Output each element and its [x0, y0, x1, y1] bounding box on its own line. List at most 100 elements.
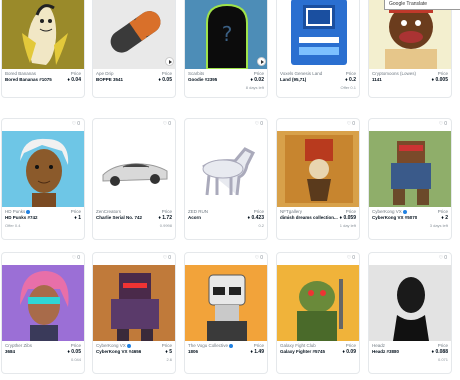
nft-card[interactable]: ♡ 0 CyberKong VX Price CyberKong VX #5070 ♦… — [368, 118, 452, 240]
heart-icon: ♡ — [438, 255, 444, 261]
nft-card[interactable]: ♡ 0 Crypther Zibs Price 3684 ♦ 0.05 0.044 — [1, 252, 85, 374]
heart-icon: ♡ — [162, 255, 168, 261]
nft-card[interactable]: ? Scarbits Price Goodie #2395 ♦ 0.02 8 day… — [184, 0, 268, 98]
last-sale: 0.9998 — [159, 223, 172, 228]
nft-name[interactable]: CyberKong VX #5070 — [372, 215, 417, 221]
nft-name[interactable]: Bored Bananas #1075 — [5, 77, 52, 83]
nft-price: 0.05 — [71, 349, 81, 355]
nft-card[interactable]: ♡ 0 Headz Price Headz #3880 ♦ 0.088 0.071 — [368, 252, 452, 374]
nft-name[interactable]: BOPPE 3541 — [96, 77, 123, 83]
nft-card[interactable]: ♡ 0 HD Punks Price HD Punks #742 ♦ 1 Offer … — [1, 118, 85, 240]
favorite-button[interactable]: ♡ 0 — [72, 121, 80, 127]
nft-name[interactable]: Galaxy Fighter #5745 — [280, 349, 325, 355]
nft-image-cyber-girl[interactable] — [2, 265, 84, 341]
eth-icon: ♦ — [250, 349, 253, 355]
nft-image-painting[interactable] — [277, 131, 359, 207]
favorite-button[interactable]: ♡ 0 — [347, 121, 355, 127]
favorite-count: 0 — [352, 255, 355, 261]
eth-icon: ♦ — [158, 77, 161, 83]
nft-card[interactable]: Ape Drip Price BOPPE 3541 ♦ 0.05 — [92, 0, 176, 98]
eth-icon: ♦ — [441, 215, 444, 221]
last-sale: 0.044 — [70, 357, 81, 362]
favorite-button[interactable]: ♡ 0 — [163, 255, 171, 261]
nft-image-car[interactable] — [93, 131, 175, 207]
verified-icon — [229, 343, 234, 348]
nft-name[interactable]: Charlie Serial No. 742 — [96, 215, 142, 221]
time-left: 8 days left — [245, 85, 264, 90]
nft-card[interactable]: Bored Bananas Price Bored Bananas #1075 ♦ … — [1, 0, 85, 98]
nft-card[interactable]: ♡ 0 ZED RUN Price Acorn ♦ 0.423 0.2 — [184, 118, 268, 240]
verified-icon — [402, 209, 407, 214]
nft-image-banana[interactable] — [2, 0, 84, 69]
nft-image-horse[interactable] — [185, 131, 267, 207]
heart-icon: ♡ — [438, 121, 444, 127]
favorite-button[interactable]: ♡ 0 — [439, 255, 447, 261]
nft-name[interactable]: dimish dreams collection... — [280, 215, 338, 221]
eth-icon: ♦ — [67, 77, 70, 83]
nft-price: 0.005 — [435, 77, 448, 83]
nft-card[interactable]: ♡ 0 The Vogu Collective Price 1806 ♦ 1.49 — [184, 252, 268, 374]
time-left: 3 days left — [429, 223, 448, 228]
nft-card[interactable]: ♡ 0 ZenCreators Price Charlie Serial No. 7… — [92, 118, 176, 240]
nft-name[interactable]: Acorn — [188, 215, 201, 221]
nft-card[interactable]: ♡ 0 Galaxy Fight Club Price Galaxy Fighter… — [276, 252, 360, 374]
nft-price: 1.72 — [162, 215, 172, 221]
time-left: 1 day left — [339, 223, 356, 228]
nft-price: 1 — [78, 215, 81, 221]
eth-icon: ♦ — [250, 77, 253, 83]
play-button[interactable] — [165, 57, 174, 66]
nft-name[interactable]: 1141 — [372, 77, 382, 83]
nft-price: 2 — [445, 215, 448, 221]
nft-card[interactable]: ♡ 0 CyberKong VX Price CyberKong VX #4656 ♦… — [92, 252, 176, 374]
last-sale: 2.6 — [166, 357, 172, 362]
favorite-count: 0 — [444, 255, 447, 261]
nft-price: 5 — [169, 349, 172, 355]
favorite-count: 0 — [77, 255, 80, 261]
favorite-button[interactable]: ♡ 0 — [255, 121, 263, 127]
last-sale: 0.071 — [437, 357, 448, 362]
nft-price: 0.423 — [251, 215, 264, 221]
nft-card[interactable]: Voxels Genesis Land Price Land (95,71) ♦ 0… — [276, 0, 360, 98]
favorite-button[interactable]: ♡ 0 — [439, 121, 447, 127]
nft-image-head[interactable] — [369, 265, 451, 341]
eth-icon: ♦ — [67, 349, 70, 355]
eth-icon: ♦ — [74, 215, 77, 221]
nft-image-pill[interactable] — [93, 0, 175, 69]
nft-name[interactable]: Headz #3880 — [372, 349, 399, 355]
eth-icon: ♦ — [158, 215, 161, 221]
nft-name[interactable]: Goodie #2395 — [188, 77, 217, 83]
favorite-button[interactable]: ♡ 0 — [255, 255, 263, 261]
offer-text: Offer 0.1 — [340, 85, 357, 90]
nft-image-hd-punk[interactable] — [2, 131, 84, 207]
nft-name[interactable]: Land (95,71) — [280, 77, 306, 83]
nft-price: 0.05 — [162, 77, 172, 83]
nft-name[interactable]: 3684 — [5, 349, 15, 355]
verified-icon — [26, 209, 31, 214]
eth-icon: ♦ — [345, 77, 348, 83]
nft-image-cyberkong[interactable] — [369, 131, 451, 207]
nft-image-land[interactable] — [277, 0, 359, 69]
favorite-button[interactable]: ♡ 0 — [163, 121, 171, 127]
heart-icon: ♡ — [254, 121, 260, 127]
nft-image-moon-character[interactable] — [369, 0, 451, 69]
nft-name[interactable]: HD Punks #742 — [5, 215, 38, 221]
nft-price: 0.09 — [346, 349, 356, 355]
nft-name[interactable]: CyberKong VX #4656 — [96, 349, 141, 355]
verified-icon — [126, 343, 131, 348]
nft-card[interactable]: ♡ 0 NFTgallery Price dimish dreams collect… — [276, 118, 360, 240]
nft-image-cyberkong[interactable] — [93, 265, 175, 341]
favorite-button[interactable]: ♡ 0 — [72, 255, 80, 261]
nft-card[interactable]: Cryptomoons (Lowes) Price 1141 ♦ 0.005 — [368, 0, 452, 98]
nft-image-galaxy-fighter[interactable] — [277, 265, 359, 341]
favorite-count: 0 — [168, 255, 171, 261]
nft-name[interactable]: 1806 — [188, 349, 198, 355]
favorite-button[interactable]: ♡ 0 — [347, 255, 355, 261]
play-button[interactable] — [257, 57, 266, 66]
favorite-count: 0 — [260, 121, 263, 127]
nft-price: 0.04 — [71, 77, 81, 83]
nft-image-mystery[interactable]: ? — [185, 0, 267, 69]
eth-icon: ♦ — [342, 349, 345, 355]
nft-image-robot-helmet[interactable] — [185, 265, 267, 341]
heart-icon: ♡ — [254, 255, 260, 261]
heart-icon: ♡ — [346, 121, 352, 127]
